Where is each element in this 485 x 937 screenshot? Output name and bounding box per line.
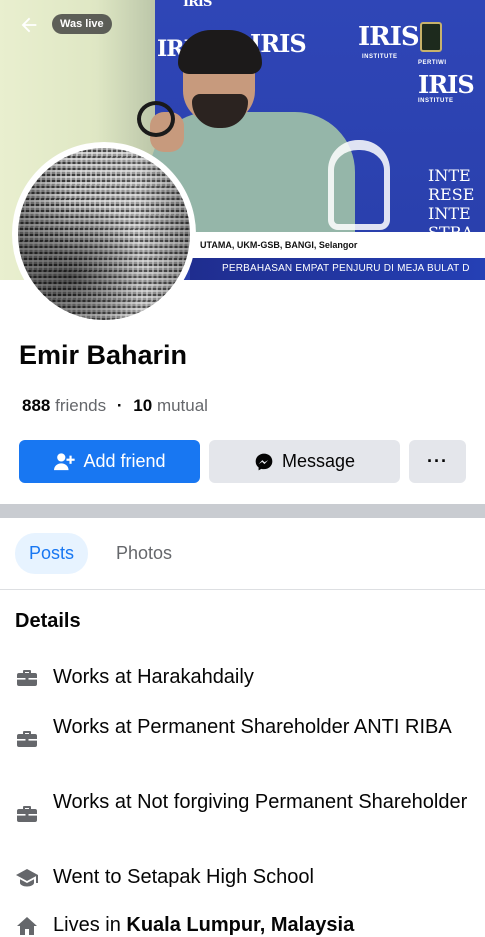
friends-count: 888 [22, 396, 51, 415]
briefcase-icon [15, 666, 39, 690]
cover-ticker-text: PERBAHASAN EMPAT PENJURU DI MEJA BULAT D [222, 263, 470, 274]
detail-work-3: Works at Not forgiving Permanent Shareho… [53, 791, 468, 813]
emblem-icon [420, 22, 442, 52]
graduation-cap-icon [15, 866, 39, 890]
cover-banner-text: INTE [428, 204, 471, 223]
cover-person-hair [178, 30, 262, 74]
details-heading: Details [15, 610, 81, 632]
tab-posts[interactable]: Posts [15, 533, 89, 574]
briefcase-icon [15, 802, 39, 826]
add-friend-button[interactable]: Add friend [19, 440, 200, 483]
tab-photos[interactable]: Photos [102, 533, 186, 574]
headphone-icon [137, 101, 175, 137]
section-divider [0, 504, 485, 518]
more-options-button[interactable]: ··· [409, 440, 466, 483]
friends-summary[interactable]: 888 friends · 10 mutual [22, 396, 208, 416]
messenger-icon [254, 452, 274, 472]
detail-work-1: Works at Harakahdaily [53, 666, 254, 688]
detail-work-2: Works at Permanent Shareholder ANTI RIBA [53, 716, 452, 738]
was-live-badge: Was live [52, 14, 112, 34]
mutual-count: 10 [133, 396, 153, 415]
friends-label: friends [55, 396, 107, 415]
add-friend-label: Add friend [83, 451, 166, 471]
message-label: Message [281, 451, 356, 471]
detail-education: Went to Setapak High School [53, 866, 314, 888]
cover-banner-text: RESE [428, 185, 475, 204]
cover-logo-sub: INSTITUTE [362, 54, 398, 60]
cover-torch-emblem [328, 140, 390, 230]
cover-caption: UTAMA, UKM-GSB, BANGI, Selangor [200, 240, 358, 250]
cover-logo-sub: INSTITUTE [418, 98, 454, 104]
separator-dot: · [116, 396, 123, 415]
add-person-icon [53, 452, 76, 472]
cover-logo-text: IRIS [418, 70, 475, 99]
briefcase-icon [15, 727, 39, 751]
profile-name: Emir Baharin [19, 340, 188, 370]
back-arrow-icon[interactable] [14, 14, 44, 38]
mutual-label: mutual [156, 396, 208, 415]
lives-in-prefix: Lives in [53, 914, 127, 936]
detail-lives-in: Lives in Kuala Lumpur, Malaysia [53, 912, 473, 937]
cover-banner-text: INTE [428, 166, 471, 185]
lives-in-location[interactable]: Kuala Lumpur, Malaysia [126, 914, 354, 936]
home-icon [15, 914, 39, 937]
more-icon: ··· [427, 451, 448, 471]
cover-pertiwi-label: PERTIWI [418, 60, 447, 66]
cover-logo-text: IRIS [358, 22, 420, 52]
cover-logo-text: IRIS [183, 0, 212, 10]
avatar-shading [18, 148, 190, 320]
tab-divider [0, 589, 485, 590]
message-button[interactable]: Message [209, 440, 400, 483]
